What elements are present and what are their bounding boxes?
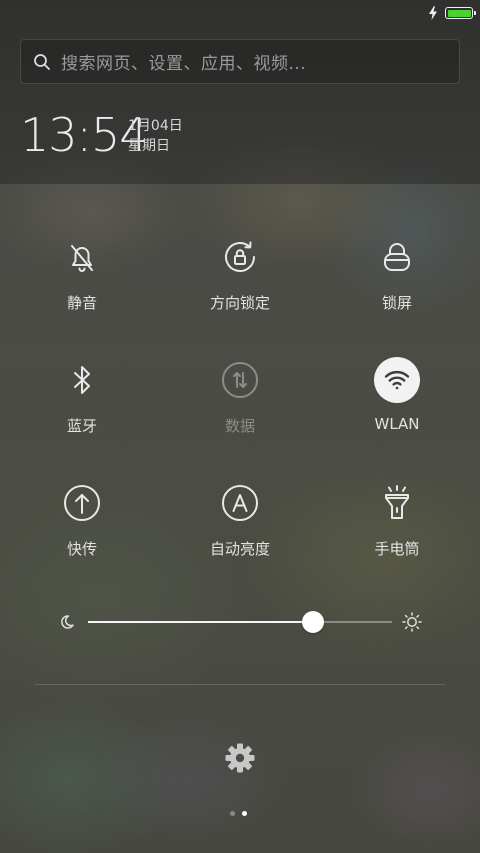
- sun-icon: [402, 612, 422, 632]
- lock-icon: [374, 234, 420, 280]
- toggle-label: 方向锁定: [209, 294, 270, 312]
- toggle-label: 静音: [66, 294, 97, 312]
- battery-icon: [445, 7, 476, 19]
- toggle-label: 快传: [66, 540, 97, 558]
- date-block: 1月04日 星期日: [128, 116, 183, 156]
- bluetooth-icon: [59, 357, 105, 403]
- toggle-mobile-data[interactable]: 数据: [160, 357, 320, 467]
- moon-icon: [61, 615, 74, 629]
- toggle-wlan[interactable]: WLAN: [317, 357, 477, 467]
- toggle-label: WLAN: [374, 415, 420, 433]
- mobile-data-icon: [217, 357, 263, 403]
- toggle-auto-brightness[interactable]: 自动亮度: [160, 480, 320, 590]
- search-bar[interactable]: 搜索网页、设置、应用、视频...: [20, 39, 460, 84]
- gear-icon[interactable]: [224, 742, 256, 774]
- bell-off-icon: [59, 234, 105, 280]
- clock-weekday: 星期日: [128, 138, 170, 154]
- page-dot-active[interactable]: [242, 811, 247, 816]
- toggle-quick-transfer[interactable]: 快传: [2, 480, 162, 590]
- flashlight-icon: [374, 480, 420, 526]
- auto-brightness-icon: [217, 480, 263, 526]
- toggle-bluetooth[interactable]: 蓝牙: [2, 357, 162, 467]
- toggle-label: 数据: [224, 417, 255, 435]
- toggle-mute[interactable]: 静音: [2, 234, 162, 344]
- toggle-flashlight[interactable]: 手电筒: [317, 480, 477, 590]
- battery-fill: [447, 9, 471, 17]
- quick-transfer-icon: [59, 480, 105, 526]
- brightness-slider-thumb[interactable]: [301, 611, 324, 633]
- toggle-rotation-lock[interactable]: 方向锁定: [160, 234, 320, 344]
- toggle-label: 自动亮度: [209, 540, 270, 558]
- status-bar: [0, 0, 480, 28]
- clock-date: 1月04日: [128, 118, 183, 134]
- brightness-slider-fill: [88, 621, 313, 623]
- toggle-lock-screen[interactable]: 锁屏: [317, 234, 477, 344]
- search-icon: [34, 53, 50, 70]
- charge-icon: [429, 6, 437, 20]
- page-dot[interactable]: [230, 811, 235, 816]
- divider: [35, 684, 445, 685]
- toggle-label: 蓝牙: [66, 417, 97, 435]
- wifi-icon: [374, 357, 420, 403]
- search-input[interactable]: 搜索网页、设置、应用、视频...: [61, 49, 306, 74]
- brightness-slider[interactable]: [88, 621, 392, 623]
- rotation-lock-icon: [217, 234, 263, 280]
- page-indicator: [230, 811, 247, 816]
- toggle-label: 锁屏: [381, 294, 412, 312]
- toggle-label: 手电筒: [374, 540, 420, 558]
